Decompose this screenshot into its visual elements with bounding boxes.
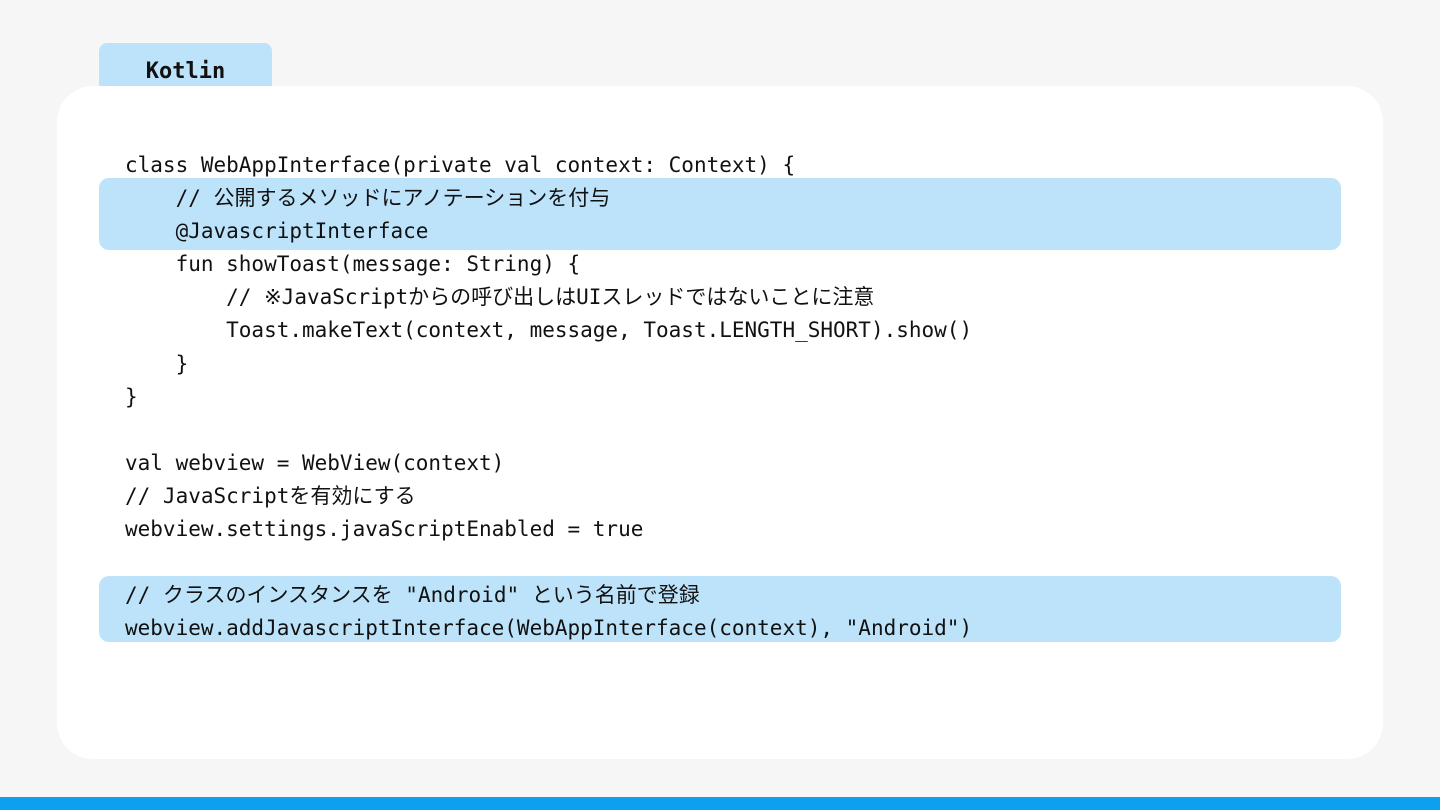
code-line: // 公開するメソッドにアノテーションを付与: [125, 186, 611, 211]
code-line: webview.settings.javaScriptEnabled = tru…: [125, 517, 644, 542]
language-tab-label: Kotlin: [145, 59, 226, 84]
code-line: val webview = WebView(context): [125, 450, 505, 475]
code-line: // クラスのインスタンスを "Android" という名前で登録: [125, 583, 700, 608]
code-line: fun showToast(message: String) {: [125, 252, 581, 277]
code-line: }: [125, 384, 138, 409]
code-line: @JavascriptInterface: [125, 219, 429, 244]
code-line: // JavaScriptを有効にする: [125, 483, 416, 508]
code-line: // ※JavaScriptからの呼び出しはUIスレッドではないことに注意: [125, 285, 875, 310]
code-line: Toast.makeText(context, message, Toast.L…: [125, 318, 973, 343]
bottom-accent-bar: [0, 797, 1440, 810]
code-line: class WebAppInterface(private val contex…: [125, 153, 796, 177]
code-line: webview.addJavascriptInterface(WebAppInt…: [125, 616, 973, 641]
code-card: class WebAppInterface(private val contex…: [57, 86, 1383, 759]
code-block: class WebAppInterface(private val contex…: [125, 149, 972, 645]
code-line: }: [125, 351, 189, 376]
